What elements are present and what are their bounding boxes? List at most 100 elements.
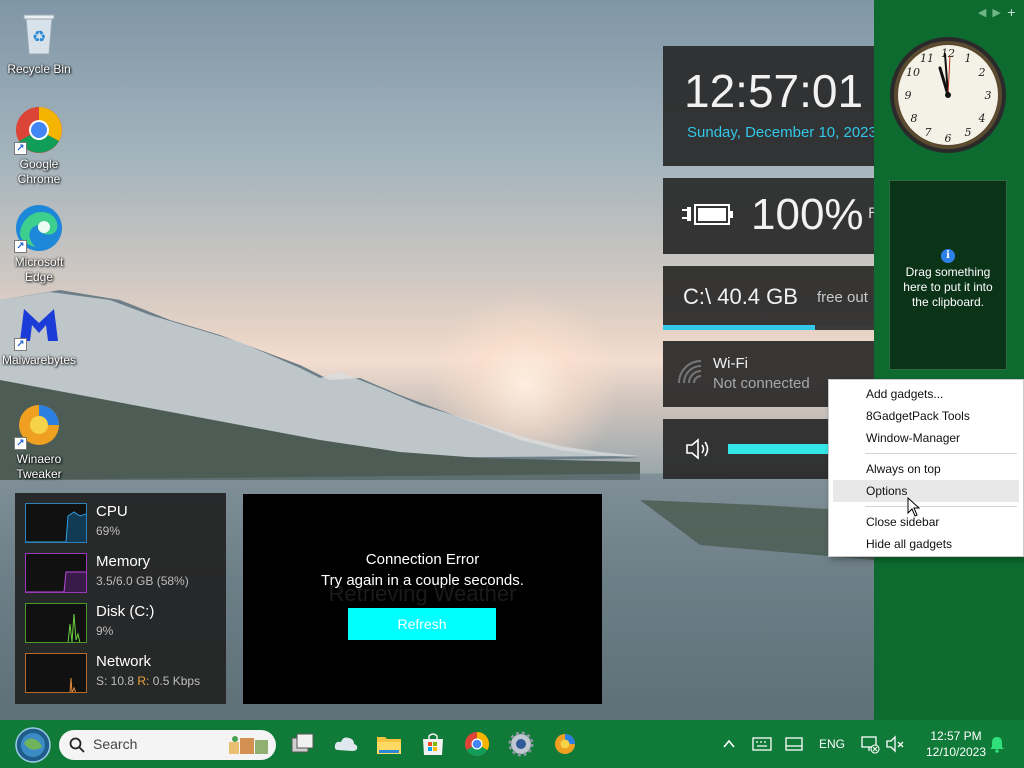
taskbar-search-box[interactable]: Search [59, 730, 276, 760]
svg-text:5: 5 [965, 126, 972, 139]
weather-error-title: Connection Error [365, 551, 480, 568]
wifi-status: Not connected [713, 375, 810, 392]
sidebar-next-button[interactable]: ▶ [992, 6, 1000, 19]
clock-date: Sunday, December 10, 2023 [687, 124, 874, 141]
winaero-taskbar-icon[interactable] [551, 730, 579, 758]
language-indicator[interactable]: ENG [819, 737, 845, 751]
desktop-icon-label: Google Chrome [17, 157, 61, 186]
svg-text:8: 8 [911, 112, 918, 125]
battery-gadget[interactable]: 100% F [663, 178, 874, 254]
monitor-row-cpu: CPU 69% [25, 503, 220, 543]
microsoft-store-icon[interactable] [419, 730, 447, 758]
speaker-icon[interactable] [685, 437, 713, 461]
desktop-icon-malwarebytes[interactable]: ↗ Malwarebytes [0, 301, 78, 368]
svg-text:12: 12 [941, 47, 955, 60]
monitor-row-disk: Disk (C:) 9% [25, 603, 220, 643]
desktop-icon-label: Microsoft Edge [14, 255, 64, 284]
svg-text:10: 10 [906, 66, 920, 79]
battery-plug-icon [682, 204, 733, 225]
network-send: S: 10.8 [96, 674, 138, 688]
cpu-value: 69% [96, 524, 121, 538]
info-icon: i [941, 249, 955, 263]
svg-text:11: 11 [920, 52, 934, 65]
menu-item-add-gadgets[interactable]: Add gadgets... [829, 383, 1023, 405]
search-placeholder: Search [93, 736, 138, 752]
keyboard-icon[interactable] [752, 735, 772, 753]
menu-item-window-manager[interactable]: Window-Manager [829, 427, 1023, 449]
taskbar: Search ENG 12:57 PM 12/10/2023 [0, 720, 1024, 768]
digital-clock-gadget[interactable]: 12:57:01 P Sunday, December 10, 2023 [663, 46, 874, 166]
cpu-label: CPU [96, 503, 128, 520]
svg-text:3: 3 [985, 89, 992, 102]
svg-text:6: 6 [945, 132, 952, 145]
svg-text:9: 9 [905, 89, 912, 102]
drive-usage-fill [663, 325, 815, 330]
volume-muted-icon[interactable] [885, 734, 905, 754]
svg-text:4: 4 [978, 112, 986, 125]
drive-gadget[interactable]: C:\ 40.4 GB free out [663, 266, 874, 330]
chevron-up-icon[interactable] [721, 736, 737, 752]
desktop-icon-winaero-tweaker[interactable]: ↗ Winaero Tweaker [0, 400, 78, 482]
network-graph [25, 653, 87, 693]
menu-item-options[interactable]: Options [833, 480, 1019, 502]
disk-graph [25, 603, 87, 643]
network-receive: 0.5 Kbps [149, 674, 201, 688]
edge-icon: ↗ [14, 203, 64, 253]
desktop-icon-recycle-bin[interactable]: ♻ Recycle Bin [0, 10, 78, 77]
widgets-icon[interactable] [332, 730, 360, 758]
drive-usage-bar [663, 325, 874, 330]
mouse-cursor-icon [907, 497, 921, 517]
shortcut-arrow-icon: ↗ [14, 240, 27, 253]
shortcut-arrow-icon: ↗ [14, 338, 27, 351]
menu-item-8gadgetpack-tools[interactable]: 8GadgetPack Tools [829, 405, 1023, 427]
desktop-icon-microsoft-edge[interactable]: ↗ Microsoft Edge [0, 203, 78, 285]
network-value: S: 10.8 R: 0.5 Kbps [96, 674, 200, 688]
network-status-icon[interactable] [860, 734, 880, 754]
file-explorer-icon[interactable] [375, 730, 403, 758]
start-button[interactable] [14, 727, 52, 763]
weather-gadget[interactable]: Retrieving Weather Connection Error Try … [243, 494, 602, 704]
desktop-icon-google-chrome[interactable]: ↗ Google Chrome [0, 105, 78, 187]
menu-separator [865, 453, 1017, 454]
wifi-icon [678, 360, 702, 384]
desktop-icon-label: Malwarebytes [1, 353, 77, 367]
weather-error-message: Try again in a couple seconds. [321, 572, 524, 589]
sidebar-add-button[interactable]: + [1007, 6, 1016, 19]
drive-free-label: free out [817, 289, 868, 306]
malwarebytes-icon: ↗ [14, 301, 64, 351]
sidebar-prev-button[interactable]: ◀ [978, 6, 986, 19]
recycle-bin-icon: ♻ [14, 10, 64, 60]
search-icon [69, 737, 85, 753]
clipboard-hint: Drag something here to put it into the c… [903, 265, 993, 309]
network-label: Network [96, 653, 152, 670]
desktop-icon-label: Recycle Bin [7, 62, 71, 76]
display-icon[interactable] [784, 735, 804, 753]
disk-value: 9% [96, 624, 114, 638]
search-highlight-icon [229, 736, 268, 754]
menu-item-close-sidebar[interactable]: Close sidebar [829, 511, 1023, 533]
system-monitor-gadget[interactable]: CPU 69% Memory 3.5/6.0 GB (58%) Disk (C:… [15, 493, 226, 704]
svg-text:7: 7 [925, 126, 932, 139]
menu-item-always-on-top[interactable]: Always on top [829, 458, 1023, 480]
analog-clock-icon[interactable]: 12 12 345 678 91011 [888, 34, 1008, 156]
battery-percent: 100% [751, 190, 864, 239]
menu-separator [865, 506, 1017, 507]
sidebar-controls: ◀ ▶ + [978, 6, 1016, 19]
task-view-icon[interactable] [288, 730, 316, 758]
memory-label: Memory [96, 553, 151, 570]
wifi-network-name: Wi-Fi [713, 355, 748, 372]
drive-free-space: C:\ 40.4 GB [683, 284, 798, 309]
clipboard-gadget[interactable]: i Drag something here to put it into the… [889, 180, 1007, 370]
memory-value: 3.5/6.0 GB (58%) [96, 574, 189, 588]
refresh-button[interactable]: Refresh [348, 608, 496, 640]
cpu-graph [25, 503, 87, 543]
settings-gear-icon[interactable] [507, 730, 535, 758]
shortcut-arrow-icon: ↗ [14, 142, 27, 155]
shortcut-arrow-icon: ↗ [14, 437, 27, 450]
sidebar-context-menu: Add gadgets... 8GadgetPack Tools Window-… [828, 379, 1024, 557]
notification-bell-icon[interactable] [987, 734, 1007, 754]
monitor-row-network: Network S: 10.8 R: 0.5 Kbps [25, 653, 220, 693]
menu-item-hide-all-gadgets[interactable]: Hide all gadgets [829, 533, 1023, 555]
chrome-taskbar-icon[interactable] [463, 730, 491, 758]
monitor-row-memory: Memory 3.5/6.0 GB (58%) [25, 553, 220, 593]
